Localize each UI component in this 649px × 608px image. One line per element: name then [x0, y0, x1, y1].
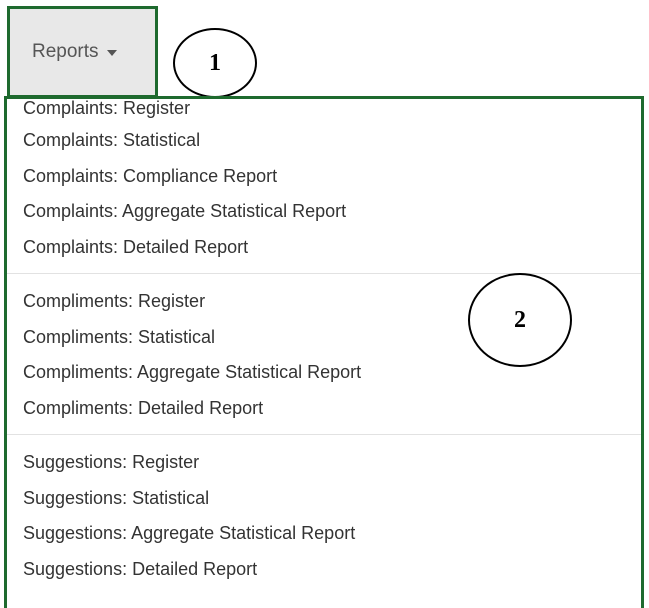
menu-item-suggestions-aggregate-statistical-report[interactable]: Suggestions: Aggregate Statistical Repor… [7, 516, 641, 552]
caret-down-icon [106, 50, 117, 56]
menu-group-complaints: Complaints: Register Complaints: Statist… [7, 99, 641, 265]
menu-divider [7, 434, 641, 435]
menu-item-suggestions-statistical[interactable]: Suggestions: Statistical [7, 481, 641, 517]
reports-dropdown-button[interactable]: Reports [7, 6, 158, 98]
callout-1: 1 [173, 28, 257, 98]
menu-item-complaints-statistical[interactable]: Complaints: Statistical [7, 123, 641, 159]
menu-item-compliments-detailed-report[interactable]: Compliments: Detailed Report [7, 391, 641, 427]
menu-item-suggestions-detailed-report[interactable]: Suggestions: Detailed Report [7, 552, 641, 588]
menu-item-complaints-aggregate-statistical-report[interactable]: Complaints: Aggregate Statistical Report [7, 194, 641, 230]
menu-item-complaints-register[interactable]: Complaints: Register [7, 99, 641, 123]
callout-2: 2 [468, 273, 572, 367]
menu-item-suggestions-register[interactable]: Suggestions: Register [7, 445, 641, 481]
menu-item-complaints-compliance-report[interactable]: Complaints: Compliance Report [7, 159, 641, 195]
menu-group-suggestions: Suggestions: Register Suggestions: Stati… [7, 445, 641, 587]
reports-button-label: Reports [32, 41, 99, 62]
menu-item-complaints-detailed-report[interactable]: Complaints: Detailed Report [7, 230, 641, 266]
menu-divider [7, 273, 641, 274]
reports-dropdown-screenshot: Reports 1 Complaints: Register Complaint… [0, 0, 649, 608]
